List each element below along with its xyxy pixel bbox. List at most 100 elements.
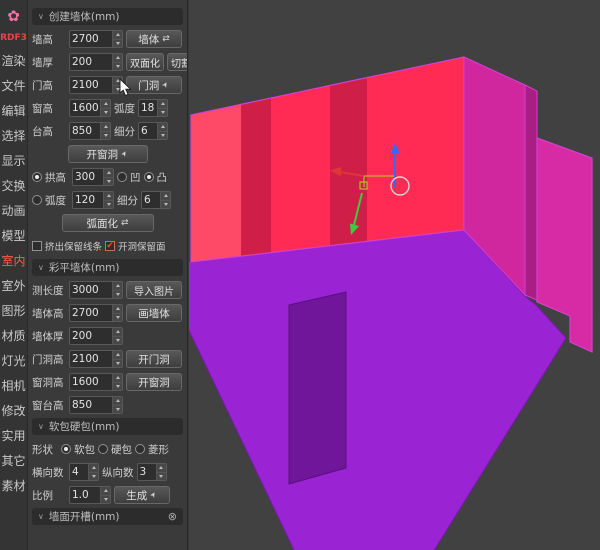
plan-wall-thick-input[interactable] [70,328,112,344]
sidebar-item-modify[interactable]: 修改 [0,399,27,424]
spinner-up[interactable] [113,328,122,336]
plan-door-input[interactable] [70,351,112,367]
spinner-up[interactable] [158,123,167,131]
spinner-up[interactable] [113,77,122,85]
spinner-up[interactable] [101,100,110,108]
plan-wall-height-input[interactable] [70,305,112,321]
spinner-up[interactable] [113,397,122,405]
spinner-down[interactable] [89,472,98,481]
sidebar-item-light[interactable]: 灯光 [0,349,27,374]
spinner-down[interactable] [158,108,167,117]
section-header-wall-groove[interactable]: ∨ 墙面开槽(mm) ⊗ [32,508,183,525]
sidebar-item-edit[interactable]: 编辑 [0,99,27,124]
spinner-up[interactable] [113,31,122,39]
section-header-color-plan-wall[interactable]: ∨ 彩平墙体(mm) [32,259,183,276]
sidebar-item-anim[interactable]: 动画 [0,199,27,224]
spinner-up[interactable] [89,464,98,472]
arc-degree-input[interactable] [139,100,157,116]
spinner-up[interactable] [101,487,110,495]
sidebar-item-camera[interactable]: 相机 [0,374,27,399]
wall-height-input[interactable] [70,31,112,47]
close-icon[interactable]: ⊗ [168,511,177,522]
concave-radio[interactable] [117,172,127,182]
arc-radio[interactable] [32,195,42,205]
spinner-down[interactable] [104,177,113,186]
spinner-up[interactable] [161,192,170,200]
sidebar-item-model[interactable]: 模型 [0,224,27,249]
spinner-down[interactable] [161,200,170,209]
sidebar-item-exchange[interactable]: 交换 [0,174,27,199]
wall-thickness-input[interactable] [70,54,112,70]
sidebar-item-graphic[interactable]: 图形 [0,299,27,324]
draw-wall-button[interactable]: 画墙体 [126,304,182,322]
arc-face-button[interactable]: 弧面化 ⇄ [62,214,154,232]
ratio-input[interactable] [70,487,100,503]
spinner-down[interactable] [113,313,122,322]
spinner-up[interactable] [113,374,122,382]
spinner-up[interactable] [113,351,122,359]
diamond-radio[interactable] [135,444,145,454]
hard-radio[interactable] [98,444,108,454]
spinner-down[interactable] [113,62,122,71]
spinner-down[interactable] [113,382,122,391]
spinner-up[interactable] [158,100,167,108]
measure-length-input[interactable] [70,282,112,298]
spinner-up[interactable] [113,282,122,290]
back-wall-stripe-1[interactable] [191,104,241,262]
spinner-down[interactable] [101,131,110,140]
viewport-3d[interactable] [189,0,600,550]
arch-height-radio[interactable] [32,172,42,182]
subdiv2-input[interactable] [142,192,160,208]
subdiv-input[interactable] [139,123,157,139]
soft-radio[interactable] [61,444,71,454]
import-image-button[interactable]: 导入图片 [126,281,182,299]
spinner-up[interactable] [113,54,122,62]
spinner-down[interactable] [113,405,122,414]
spinner-down[interactable] [113,85,122,94]
spinner-down[interactable] [101,495,110,504]
keep-face-checkbox[interactable]: ✔ [105,241,115,251]
plan-window-input[interactable] [70,374,112,390]
sidebar-item-other[interactable]: 其它 [0,449,27,474]
back-wall-stripe-5[interactable] [367,57,464,241]
sidebar-item-interior[interactable]: 室内 [0,249,27,274]
sidebar-item-exterior[interactable]: 室外 [0,274,27,299]
back-wall-stripe-2[interactable] [241,98,271,257]
door-hole-button[interactable]: 门洞 ➤ [126,76,182,94]
convex-radio[interactable] [144,172,154,182]
generate-button[interactable]: 生成 ➤ [114,486,170,504]
spinner-down[interactable] [158,131,167,140]
sidebar-item-file[interactable]: 文件 [0,74,27,99]
plan-sill-input[interactable] [70,397,112,413]
back-wall-stripe-4[interactable] [330,78,367,246]
spinner-down[interactable] [101,108,110,117]
keep-lines-checkbox[interactable] [32,241,42,251]
spinner-up[interactable] [157,464,166,472]
double-side-button[interactable]: 双面化 [126,53,164,71]
back-wall-stripe-3[interactable] [271,85,330,252]
spinner-down[interactable] [113,359,122,368]
v-count-input[interactable] [138,464,156,480]
spinner-down[interactable] [113,290,122,299]
section-header-create-wall[interactable]: ∨ 创建墙体(mm) [32,8,183,25]
open-window-hole-button[interactable]: 开窗洞 ➤ [68,145,148,163]
h-count-input[interactable] [70,464,88,480]
door-height-input[interactable] [70,77,112,93]
spinner-up[interactable] [113,305,122,313]
sidebar-item-assets[interactable]: 素材 [0,474,27,499]
door-opening-face[interactable] [289,292,346,484]
cut-button[interactable]: 切割 [167,53,188,71]
spinner-down[interactable] [113,39,122,48]
arc-input[interactable] [73,192,103,208]
sidebar-item-render[interactable]: 渲染 [0,49,27,74]
sidebar-item-material[interactable]: 材质 [0,324,27,349]
sidebar-item-display[interactable]: 显示 [0,149,27,174]
sidebar-item-select[interactable]: 选择 [0,124,27,149]
spinner-down[interactable] [104,200,113,209]
spinner-up[interactable] [104,192,113,200]
spinner-down[interactable] [113,336,122,345]
right-wall-edge-face[interactable] [525,85,537,300]
window-height-input[interactable] [70,100,100,116]
spinner-up[interactable] [104,169,113,177]
open-door-hole-button[interactable]: 开门洞 [126,350,182,368]
